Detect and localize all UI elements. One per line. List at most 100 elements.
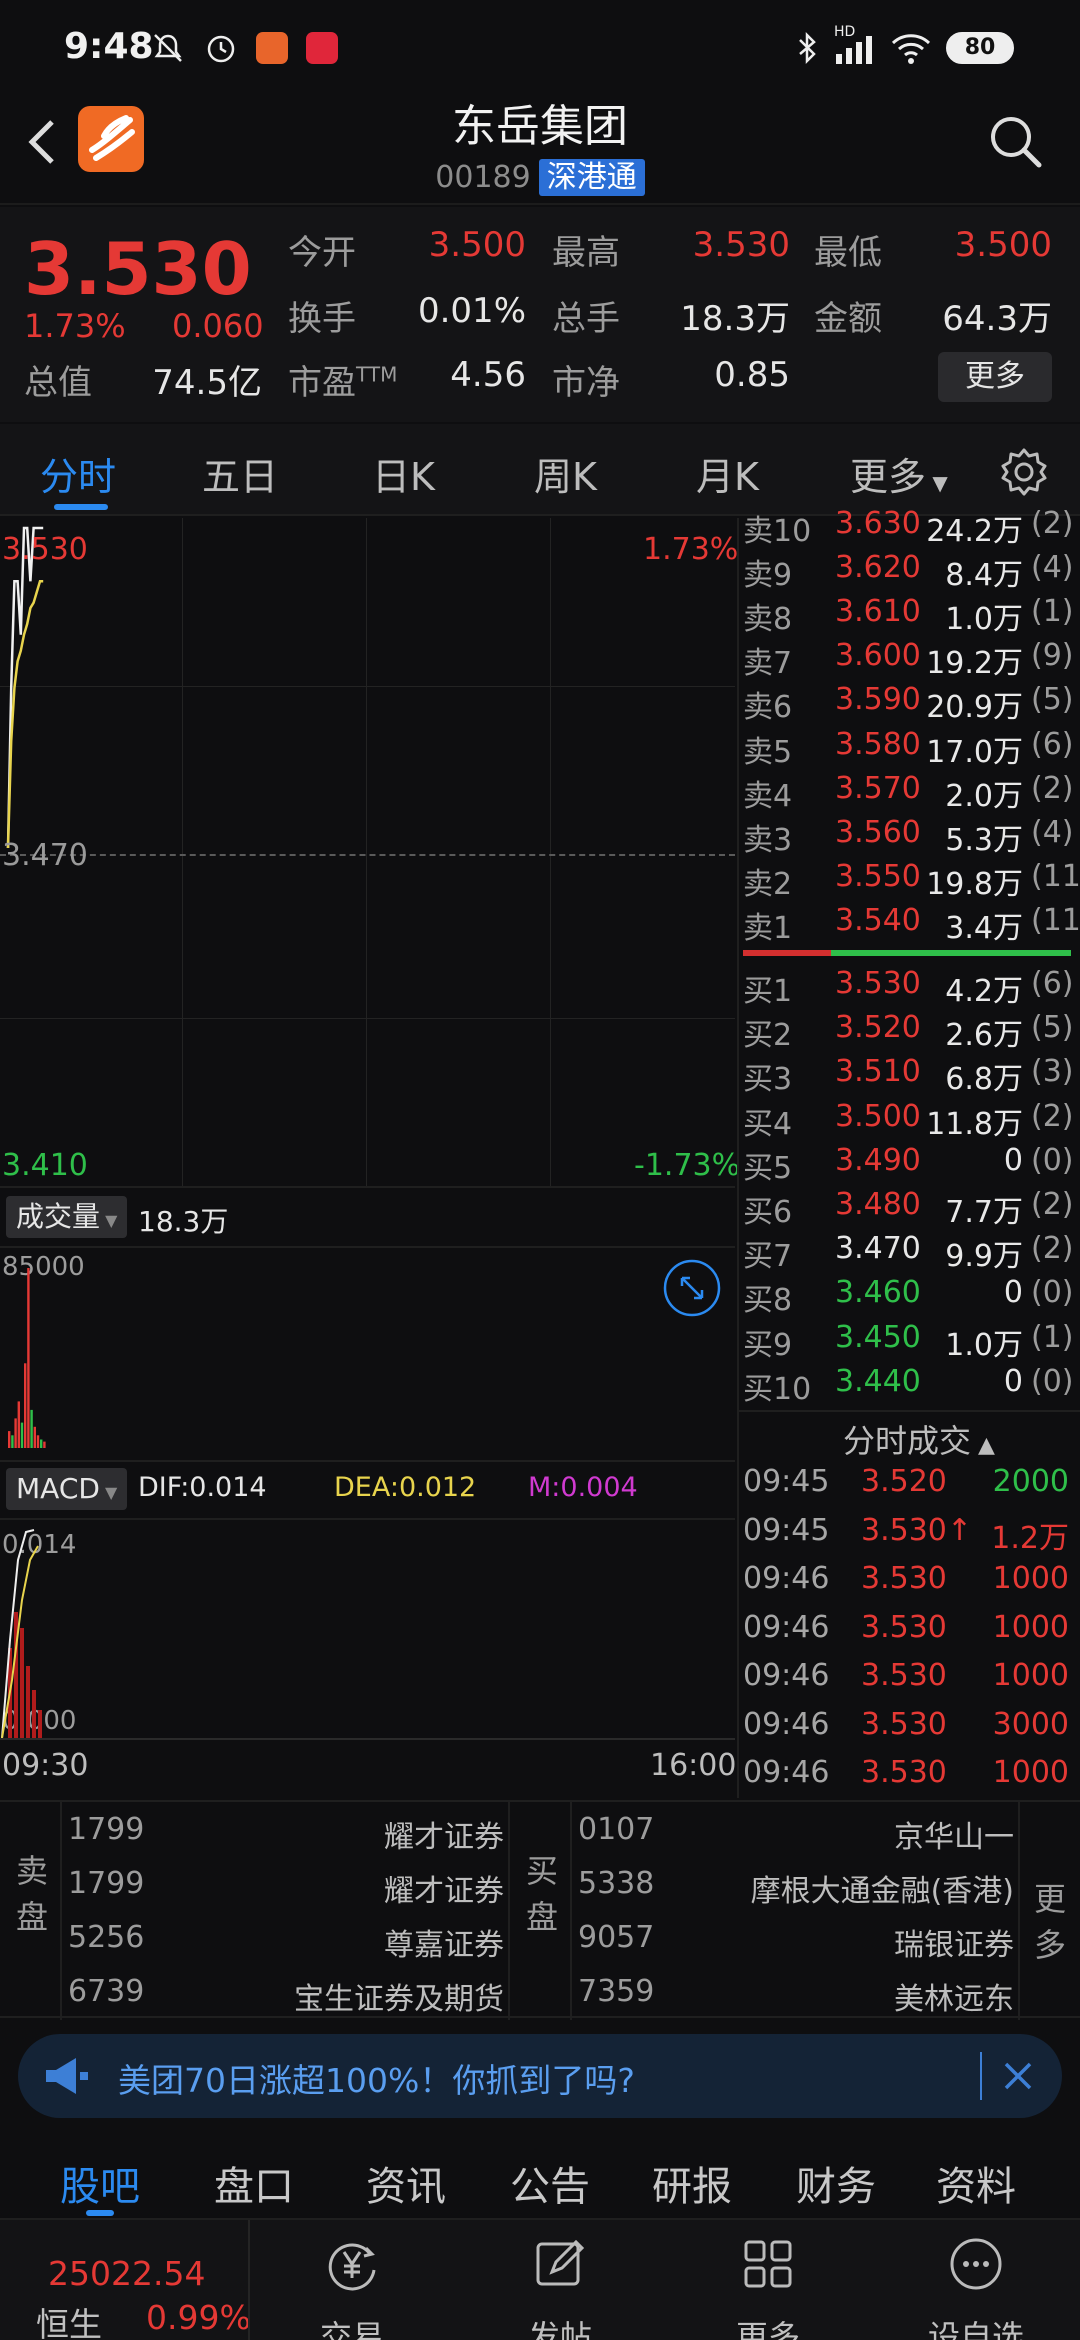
macd-dea: DEA:0.012 [334,1472,477,1503]
volume-indicator-label: 成交量 [16,1200,101,1233]
broker-name[interactable]: 京华山一 [894,1812,1014,1856]
level-volume: 19.8万 [926,866,1023,902]
ask-level-row[interactable]: 卖9 3.620 8.4万 (4) [743,550,1079,594]
ask-level-row[interactable]: 卖8 3.610 1.0万 (1) [743,594,1079,638]
tab-research[interactable]: 研报 [652,2154,732,2212]
tab-announcements[interactable]: 公告 [510,2154,590,2212]
expand-icon[interactable] [662,1258,722,1318]
order-book: 卖10 3.630 24.2万 (2) 卖9 3.620 8.4万 (4) 卖8 3.610 1.0… [737,506,1080,1798]
nav-post[interactable]: 发帖 [490,2220,630,2340]
promo-banner[interactable]: 美团70日涨超100%！你抓到了吗? [18,2034,1062,2118]
level-label: 买3 [743,1062,793,1098]
tab-intraday[interactable]: 分时 [40,446,116,501]
bid-level-row[interactable]: 买2 3.520 2.6万 (5) [743,1010,1079,1054]
broker-name[interactable]: 瑞银证券 [894,1920,1014,1964]
level-count: (4) [1031,550,1074,586]
ask-level-row[interactable]: 卖6 3.590 20.9万 (5) [743,682,1079,726]
banner-text: 美团70日涨超100%！你抓到了吗? [118,2061,635,2100]
ask-level-row[interactable]: 卖7 3.600 19.2万 (9) [743,638,1079,682]
level-volume: 11.8万 [926,1106,1023,1142]
quote-more-button[interactable]: 更多 [938,352,1052,402]
divider [980,2052,982,2100]
level-label: 买4 [743,1106,793,1142]
level-label: 卖3 [743,822,793,858]
level-price: 3.610 [835,594,921,630]
level-volume: 0 [1003,1363,1023,1399]
mktcap-label: 总值 [24,363,92,403]
level-label: 卖1 [743,910,793,946]
level-count: (9) [1031,638,1074,674]
bid-level-row[interactable]: 买8 3.460 0 (0) [743,1275,1079,1319]
compose-icon [536,2239,585,2286]
tick-price: 3.530 [861,1561,947,1596]
chart-divider [0,1460,735,1462]
broker-name[interactable]: 尊嘉证券 [384,1920,504,1964]
ask-level-row[interactable]: 卖4 3.570 2.0万 (2) [743,771,1079,815]
search-icon[interactable] [986,112,1044,170]
nav-trade[interactable]: 交易 [282,2220,422,2340]
tab-more[interactable]: 更多 ▼ [850,446,948,501]
broker-name[interactable]: 美林远东 [894,1974,1014,2018]
level-price: 3.600 [835,638,921,674]
ask-level-row[interactable]: 卖5 3.580 17.0万 (6) [743,727,1079,771]
brokers-more-text-2: 多 [1034,1926,1067,1964]
level-label: 买5 [743,1150,793,1186]
settings-gear-icon[interactable] [998,446,1050,498]
broker-id: 6739 [68,1973,145,2009]
chart-divider [0,1186,735,1188]
level-label: 卖4 [743,778,793,814]
bid-level-row[interactable]: 买10 3.440 0 (0) [743,1364,1079,1408]
tab-five-day[interactable]: 五日 [202,446,278,501]
broker-id: 1799 [68,1811,145,1847]
ask-level-row[interactable]: 卖1 3.540 3.4万(11) [743,902,1080,947]
intraday-chart[interactable]: 3.530 1.73% 3.470 3.410 -1.73% 成交量 ▼ 18.… [0,518,740,1798]
bid-level-row[interactable]: 买5 3.490 0 (0) [743,1143,1079,1187]
tab-financials[interactable]: 财务 [796,2154,876,2212]
ticks-title[interactable]: 分时成交 ▲ [843,1416,995,1462]
level-price: 3.540 [835,902,921,938]
tick-row: 09:46 3.530 1000 [743,1755,1079,1803]
amount-value: 64.3万 [942,299,1052,339]
tab-monthly-k[interactable]: 月K [696,446,759,501]
tick-volume: 1000 [992,1755,1069,1790]
volume-bar [11,1435,14,1448]
time-end: 16:00 [650,1748,737,1783]
macd-chart-svg [1,1529,42,1738]
volume-indicator-selector[interactable]: 成交量 ▼ [6,1196,128,1238]
bid-level-row[interactable]: 买9 3.450 1.0万 (1) [743,1320,1079,1364]
bid-level-row[interactable]: 买4 3.500 11.8万 (2) [743,1099,1079,1143]
turnover-label: 换手 [288,299,356,339]
bid-level-row[interactable]: 买6 3.480 7.7万 (2) [743,1187,1079,1231]
ask-level-row[interactable]: 卖2 3.55019.8万(11) [743,859,1080,903]
megaphone-icon [46,2058,88,2094]
level-price: 3.570 [835,770,921,806]
tab-weekly-k[interactable]: 周K [534,446,597,501]
brokers-more-button[interactable]: 更多 [1034,1874,1066,1966]
tab-orderbook[interactable]: 盘口 [214,2154,294,2212]
broker-name[interactable]: 摩根大通金融(香港) [751,1866,1014,1910]
bluetooth-icon [799,31,816,65]
macd-indicator-selector[interactable]: MACD ▼ [6,1468,128,1510]
broker-name[interactable]: 耀才证券 [384,1812,504,1856]
ask-level-row[interactable]: 卖3 3.560 5.3万 (4) [743,815,1079,859]
broker-name[interactable]: 耀才证券 [384,1866,504,1910]
volume-bar [17,1401,20,1448]
bid-level-row[interactable]: 买7 3.470 9.9万 (2) [743,1231,1079,1275]
tick-time: 09:46 [743,1609,830,1645]
tab-news[interactable]: 资讯 [366,2154,446,2212]
bid-level-row[interactable]: 买1 3.530 4.2万 (6) [743,966,1079,1010]
broker-name[interactable]: 宝生证券及期货 [294,1974,504,2018]
nav-more[interactable]: 更多 [698,2220,838,2340]
bid-level-row[interactable]: 买3 3.510 6.8万 (3) [743,1054,1079,1098]
index-ticker[interactable]: 25022.54 恒生 0.99% [0,2220,251,2340]
level-count: (2) [1031,506,1074,541]
tab-daily-k[interactable]: 日K [372,446,435,501]
close-icon[interactable] [1000,2058,1036,2094]
level-price: 3.450 [835,1319,921,1355]
tick-row: 09:46 3.530 3000 [743,1707,1079,1755]
level-label: 卖9 [743,558,793,594]
tab-profile[interactable]: 资料 [936,2154,1016,2212]
tab-forum[interactable]: 股吧 [60,2154,140,2212]
ask-level-row[interactable]: 卖10 3.630 24.2万 (2) [743,506,1079,550]
nav-add-watchlist[interactable]: 设自选 [906,2220,1046,2340]
